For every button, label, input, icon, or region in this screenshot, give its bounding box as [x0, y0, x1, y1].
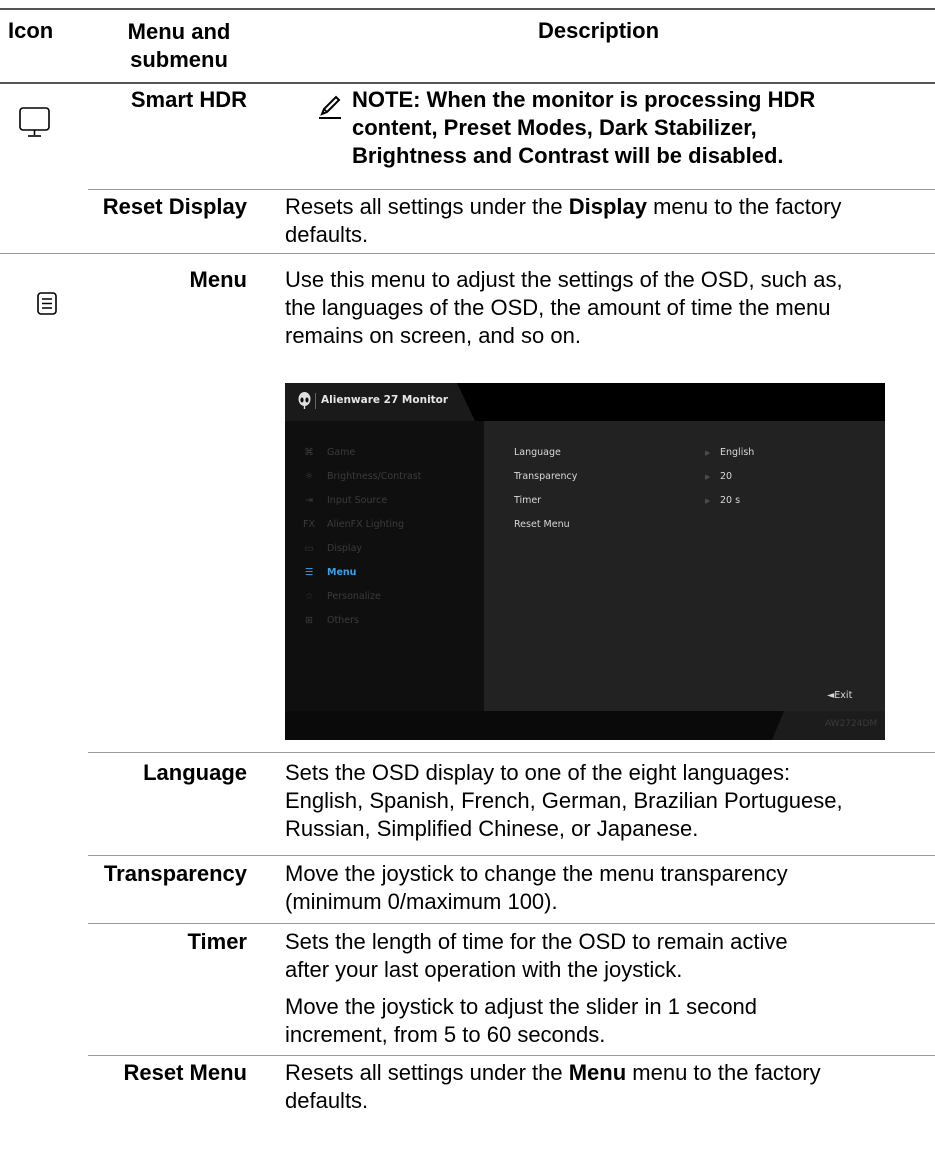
- osd-screenshot: Alienware 27 Monitor AW2724DM ⌘ Game ☼ Bri…: [285, 383, 885, 740]
- description-line: after your last operation with the joyst…: [285, 957, 683, 982]
- osd-option-language[interactable]: Language: [514, 447, 561, 458]
- reset-display-description: Resets all settings under the Display me…: [285, 193, 925, 249]
- description-line: defaults.: [285, 222, 369, 247]
- osd-model-name: AW2724DM: [825, 719, 878, 729]
- osd-menu-item-others[interactable]: ⊞ Others: [301, 613, 359, 629]
- menu-description: Use this menu to adjust the settings of …: [285, 266, 925, 350]
- osd-menu-item-label: Brightness/Contrast: [327, 471, 422, 482]
- osd-menu-item-input-source[interactable]: ⇥ Input Source: [301, 493, 387, 509]
- column-header-menu: Menu and submenu: [114, 18, 244, 74]
- description-line: Russian, Simplified Chinese, or Japanese…: [285, 816, 699, 841]
- menu-icon: ☰: [304, 567, 314, 578]
- description-line: Use this menu to adjust the settings of …: [285, 267, 843, 292]
- text: menu to the factory: [626, 1060, 821, 1085]
- transparency-description: Move the joystick to change the menu tra…: [285, 860, 925, 916]
- osd-option-arrow-icon: ▶: [705, 473, 711, 481]
- submenu-transparency: Transparency: [103, 861, 247, 886]
- description-line: (minimum 0/maximum 100).: [285, 889, 558, 914]
- row-divider: [88, 752, 935, 753]
- osd-menu-item-label: Personalize: [327, 591, 381, 602]
- note-line: Brightness and Contrast will be disabled…: [352, 143, 784, 168]
- description-line: increment, from 5 to 60 seconds.: [285, 1022, 606, 1047]
- description-line: the languages of the OSD, the amount of …: [285, 295, 831, 320]
- description-line: Move the joystick to change the menu tra…: [285, 861, 788, 886]
- osd-option-arrow-icon: ▶: [705, 497, 711, 505]
- note-pencil-icon: [316, 92, 344, 120]
- osd-option-reset-menu[interactable]: Reset Menu: [514, 519, 570, 530]
- brightness-icon: ☼: [304, 471, 314, 482]
- input-source-icon: ⇥: [305, 495, 313, 506]
- column-header-menu-line2: submenu: [130, 47, 228, 72]
- smart-hdr-note: NOTE: When the monitor is processing HDR…: [352, 86, 872, 170]
- row-divider: [0, 253, 935, 254]
- osd-menu-item-label: Game: [327, 447, 356, 458]
- gamepad-icon: ⌘: [304, 447, 314, 458]
- table-top-rule: [0, 8, 935, 10]
- note-line: content, Preset Modes, Dark Stabilizer,: [352, 115, 757, 140]
- osd-menu-item-alienfx[interactable]: FX AlienFX Lighting: [301, 517, 404, 533]
- description-line: Sets the OSD display to one of the eight…: [285, 760, 791, 785]
- description-line: Resets all settings under the Menu menu …: [285, 1059, 925, 1087]
- text: menu to the factory: [646, 194, 842, 219]
- osd-options-panel: [484, 421, 885, 711]
- menu-list-icon: [36, 291, 60, 317]
- osd-menu-item-label: AlienFX Lighting: [327, 519, 405, 530]
- osd-option-transparency[interactable]: Transparency: [514, 471, 577, 482]
- osd-title: Alienware 27 Monitor: [321, 394, 449, 406]
- osd-option-language-value: English: [720, 447, 755, 458]
- display-icon: [18, 106, 52, 140]
- osd-option-transparency-value: 20: [720, 471, 733, 482]
- osd-menu-item-game[interactable]: ⌘ Game: [301, 445, 355, 461]
- header-bottom-rule: [0, 82, 935, 84]
- row-divider: [88, 923, 935, 924]
- osd-option-timer[interactable]: Timer: [514, 495, 541, 506]
- submenu-reset-menu: Reset Menu: [123, 1060, 247, 1085]
- row-divider: [88, 1055, 935, 1056]
- text: Resets all settings under the: [285, 1060, 569, 1085]
- timer-description: Sets the length of time for the OSD to r…: [285, 928, 925, 1049]
- osd-menu-item-brightness[interactable]: ☼ Brightness/Contrast: [301, 469, 422, 485]
- osd-option-timer-value: 20 s: [720, 495, 741, 506]
- reset-menu-description: Resets all settings under the Menu menu …: [285, 1059, 925, 1115]
- others-icon: ⊞: [305, 615, 313, 626]
- description-line: English, Spanish, French, German, Brazil…: [285, 788, 843, 813]
- description-line: Resets all settings under the Display me…: [285, 193, 925, 221]
- row-divider: [88, 189, 935, 190]
- submenu-reset-display: Reset Display: [102, 194, 247, 219]
- description-line: Sets the length of time for the OSD to r…: [285, 929, 788, 954]
- note-line: NOTE: When the monitor is processing HDR: [352, 87, 816, 112]
- osd-menu-item-label: Display: [327, 543, 363, 554]
- alienware-logo-icon: [298, 392, 311, 409]
- osd-menu-item-label: Others: [327, 615, 359, 626]
- column-header-icon: Icon: [8, 18, 54, 43]
- bold-term: Menu: [568, 1060, 627, 1085]
- submenu-menu: Menu: [189, 267, 247, 292]
- bold-term: Display: [568, 194, 647, 219]
- description-line: remains on screen, and so on.: [285, 323, 581, 348]
- display-icon: ▭: [304, 543, 314, 554]
- text: Resets all settings under the: [285, 194, 569, 219]
- osd-menu-item-display[interactable]: ▭ Display: [301, 541, 363, 557]
- column-header-menu-line1: Menu and: [127, 19, 231, 44]
- osd-menu-item-label: Input Source: [327, 495, 388, 506]
- osd-option-arrow-icon: ▶: [705, 449, 711, 457]
- star-icon: ☆: [304, 591, 314, 602]
- submenu-smart-hdr: Smart HDR: [130, 87, 247, 112]
- description-line: defaults.: [285, 1088, 369, 1113]
- osd-menu-item-menu[interactable]: ☰ Menu: [301, 565, 357, 581]
- row-divider: [88, 855, 935, 856]
- osd-menu-item-personalize[interactable]: ☆ Personalize: [301, 589, 381, 605]
- column-header-description: Description: [538, 18, 660, 43]
- fx-icon: FX: [303, 519, 315, 530]
- osd-menu-item-label: Menu: [327, 567, 357, 578]
- submenu-language: Language: [143, 760, 247, 785]
- language-description: Sets the OSD display to one of the eight…: [285, 759, 925, 843]
- submenu-timer: Timer: [187, 929, 247, 954]
- osd-exit-button[interactable]: ◄Exit: [827, 690, 852, 701]
- osd-title-separator: [315, 393, 316, 409]
- description-line: Move the joystick to adjust the slider i…: [285, 994, 758, 1019]
